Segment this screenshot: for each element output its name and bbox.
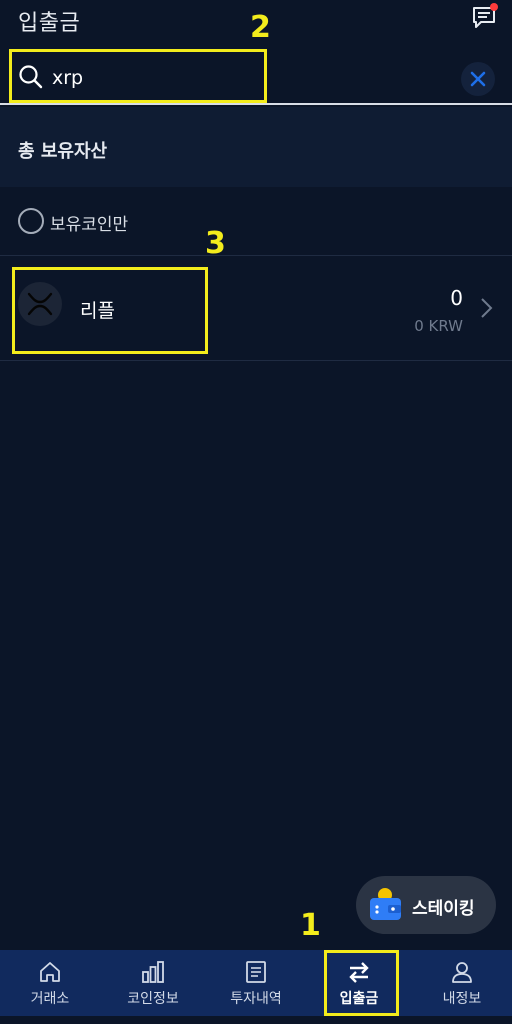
holdings-only-label: 보유코인만 (50, 215, 129, 235)
clear-search-button[interactable] (461, 62, 495, 96)
annotation-number: 3 (205, 226, 226, 261)
staking-label: 스테이킹 (412, 899, 475, 919)
bottom-strip (0, 1016, 512, 1024)
holdings-filter[interactable]: 보유코인만 (0, 187, 512, 255)
nav-label: 코인정보 (127, 991, 179, 1007)
nav-item-exchange[interactable]: 거래소 (0, 950, 100, 1024)
app-screen: 입출금 총 보유자산 (0, 0, 512, 1024)
annotation-box-nav (324, 950, 399, 1016)
nav-label: 투자내역 (230, 991, 282, 1007)
nav-item-coin-info[interactable]: 코인정보 (103, 950, 203, 1024)
document-icon (244, 960, 268, 984)
annotation-box-search (9, 49, 267, 103)
total-assets-section: 총 보유자산 (0, 107, 512, 187)
home-icon (38, 960, 62, 984)
user-icon (450, 960, 474, 984)
chevron-right-icon (478, 296, 494, 320)
close-icon (470, 71, 486, 87)
divider (0, 360, 512, 361)
annotation-number: 1 (300, 908, 321, 943)
nav-label: 내정보 (442, 991, 482, 1007)
page-title: 입출금 (18, 11, 81, 36)
total-assets-label: 총 보유자산 (18, 141, 108, 162)
notification-dot (490, 3, 498, 11)
holdings-only-radio[interactable] (18, 208, 44, 234)
coin-krw-value: 0 KRW (414, 317, 463, 335)
coin-amount: 0 (450, 286, 463, 310)
nav-item-my-info[interactable]: 내정보 (412, 950, 512, 1024)
bar-chart-icon (141, 960, 165, 984)
nav-label: 거래소 (30, 991, 70, 1007)
staking-button[interactable]: 스테이킹 (356, 876, 496, 934)
bottom-nav: 거래소 코인정보 투자내역 입출금 내정보 (0, 950, 512, 1024)
annotation-number: 2 (250, 10, 271, 45)
search-underline (0, 103, 512, 105)
nav-item-investment-history[interactable]: 투자내역 (206, 950, 306, 1024)
annotation-box-coin (12, 267, 208, 354)
wallet-icon (368, 886, 404, 922)
